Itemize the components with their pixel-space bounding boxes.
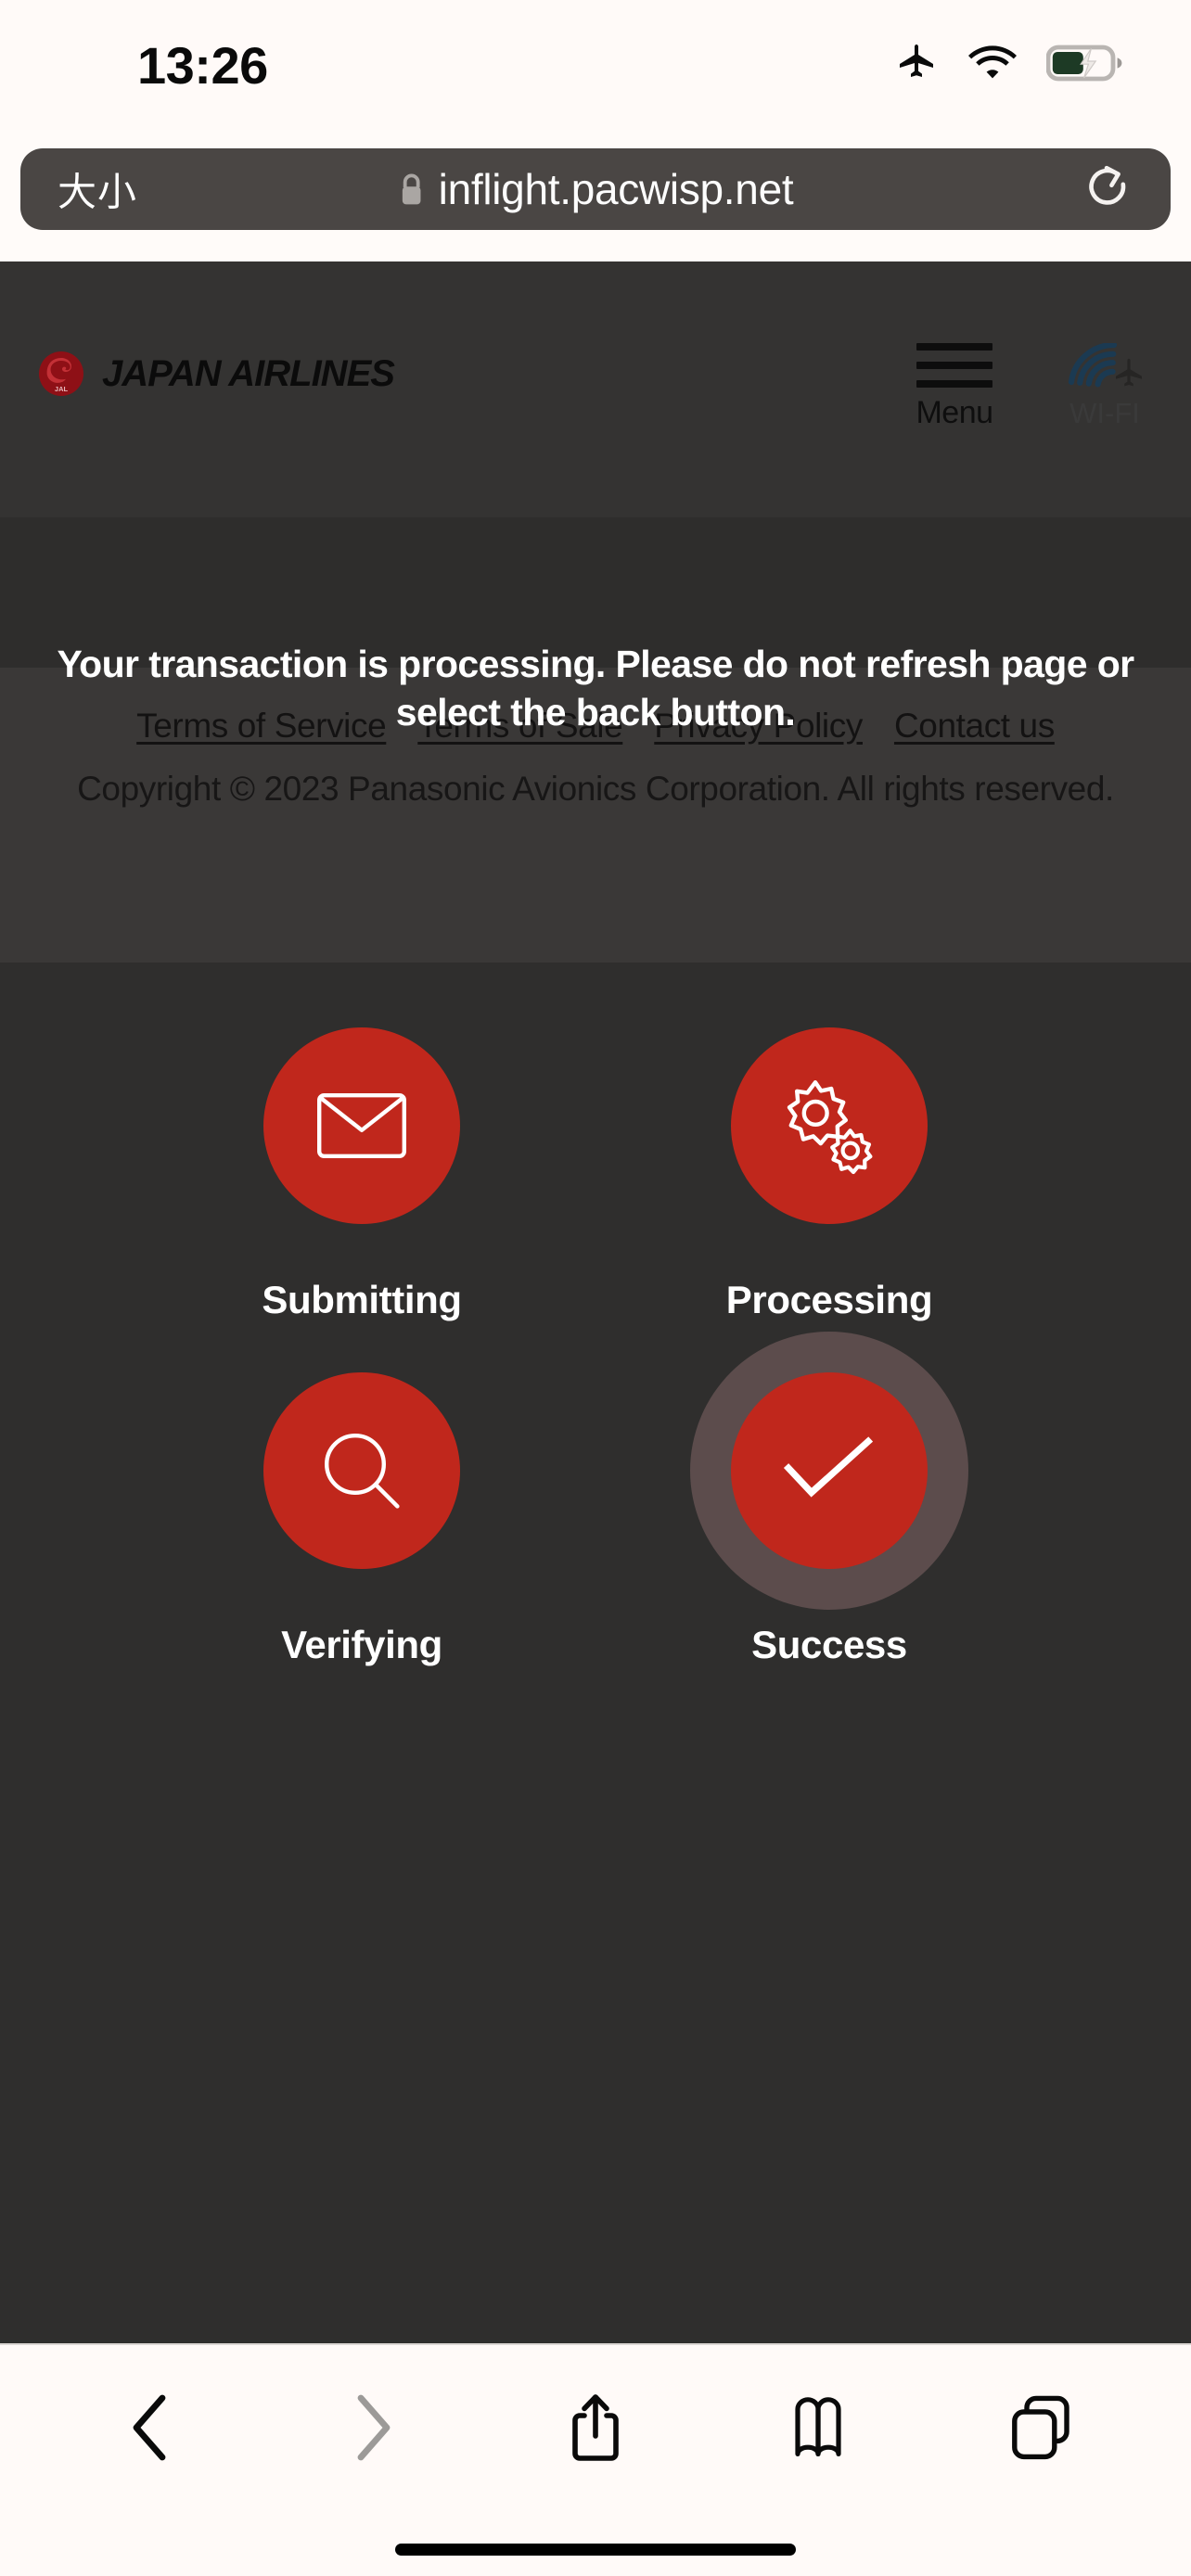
progress-step-success[interactable]: Success <box>690 1332 968 1667</box>
svg-text:JAL: JAL <box>55 385 69 393</box>
airplane-mode-icon <box>894 41 939 85</box>
wifi-status-button[interactable]: WI-FI <box>1054 341 1156 430</box>
status-icon-group <box>894 41 1124 85</box>
jal-logo[interactable]: JAL JAPAN AIRLINES <box>37 350 395 398</box>
battery-charging-icon <box>1046 45 1124 82</box>
toolbar-buttons <box>0 2377 1191 2479</box>
step-bubble <box>263 1372 460 1569</box>
share-button[interactable] <box>540 2377 651 2479</box>
bookmarks-icon <box>786 2395 851 2460</box>
ios-status-bar: 13:26 <box>0 0 1191 130</box>
browser-bottom-toolbar <box>0 2343 1191 2576</box>
step-bubble <box>731 1027 928 1224</box>
step-halo <box>223 987 501 1265</box>
progress-status-row: Verifying Success <box>0 1332 1191 1667</box>
url-text: inflight.pacwisp.net <box>438 165 794 213</box>
back-icon <box>129 2394 172 2461</box>
step-bubble <box>263 1027 460 1224</box>
menu-button[interactable]: Menu <box>903 343 1005 431</box>
progress-status-row: Submitting Processing <box>0 987 1191 1322</box>
web-page-viewport: JAL JAPAN AIRLINES Menu WI-FI Terms of S… <box>0 261 1191 2343</box>
magnifier-icon <box>317 1426 406 1515</box>
hamburger-icon <box>916 343 992 388</box>
brand-name: JAPAN AIRLINES <box>102 352 395 394</box>
share-icon <box>568 2391 623 2464</box>
step-bubble <box>731 1372 928 1569</box>
reload-icon[interactable] <box>1087 165 1130 213</box>
step-halo <box>223 1332 501 1610</box>
envelope-icon <box>316 1092 407 1159</box>
back-button[interactable] <box>95 2377 206 2479</box>
checkmark-icon <box>781 1434 877 1508</box>
progress-step-verifying[interactable]: Verifying <box>223 1332 501 1667</box>
step-label: Verifying <box>281 1623 442 1666</box>
browser-address-bar[interactable]: 大小 inflight.pacwisp.net <box>20 148 1171 230</box>
bookmarks-button[interactable] <box>762 2377 874 2479</box>
step-label: Submitting <box>262 1278 462 1321</box>
site-header: JAL JAPAN AIRLINES Menu WI-FI <box>0 261 1191 517</box>
step-label: Processing <box>725 1278 933 1321</box>
wifi-label: WI-FI <box>1069 397 1140 429</box>
copyright-text: Copyright © 2023 Panasonic Avionics Corp… <box>77 770 1114 808</box>
step-halo <box>690 987 968 1265</box>
progress-status-grid: Submitting Processing Verifying Success <box>0 963 1191 1667</box>
text-size-button[interactable]: 大小 <box>58 161 137 218</box>
inflight-wifi-icon <box>1064 341 1146 389</box>
tabs-icon <box>1010 2394 1071 2461</box>
forward-icon <box>352 2394 394 2461</box>
wifi-icon <box>968 45 1017 82</box>
header-actions: Menu WI-FI <box>903 341 1156 431</box>
address-bar-content[interactable]: inflight.pacwisp.net <box>398 164 794 214</box>
step-label: Success <box>751 1623 907 1666</box>
jal-tsurumaru-icon: JAL <box>37 350 85 398</box>
home-indicator <box>395 2544 796 2556</box>
tabs-button[interactable] <box>985 2377 1096 2479</box>
gears-icon <box>777 1076 881 1176</box>
lock-icon <box>398 171 426 208</box>
progress-step-submitting[interactable]: Submitting <box>223 987 501 1322</box>
status-time: 13:26 <box>137 36 268 95</box>
forward-button[interactable] <box>317 2377 429 2479</box>
progress-step-processing[interactable]: Processing <box>690 987 968 1322</box>
step-halo-active <box>690 1332 968 1610</box>
menu-label: Menu <box>916 395 993 430</box>
processing-notice: Your transaction is processing. Please d… <box>57 643 1134 734</box>
